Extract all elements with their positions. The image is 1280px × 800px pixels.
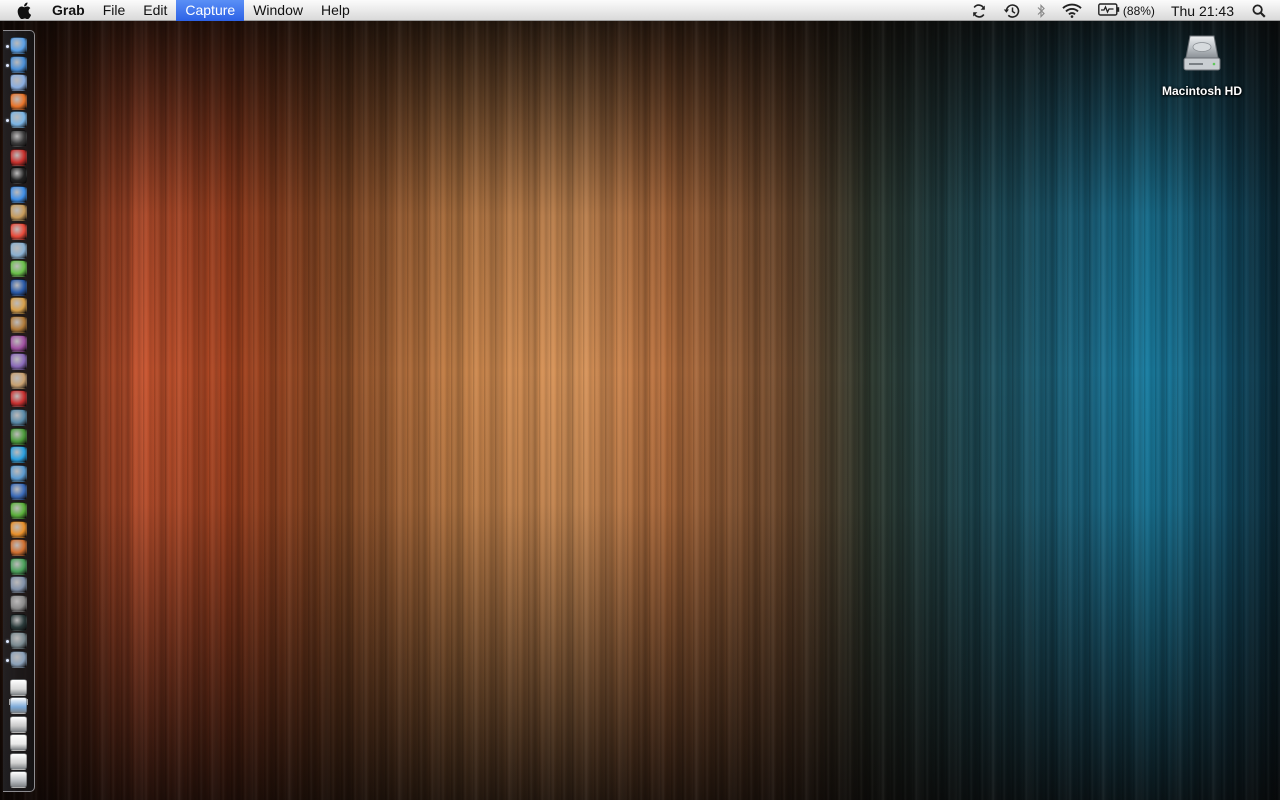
bamboo-icon[interactable] bbox=[10, 502, 27, 519]
battery-status[interactable]: (88%) bbox=[1090, 0, 1163, 21]
keynote-icon[interactable] bbox=[10, 539, 27, 557]
desktop-icon-macintosh-hd[interactable]: Macintosh HD bbox=[1150, 30, 1254, 98]
app-menu-grab[interactable]: Grab bbox=[43, 0, 94, 21]
mail-icon[interactable] bbox=[10, 74, 27, 92]
desktop-icon-label: Macintosh HD bbox=[1161, 84, 1242, 98]
safari-icon[interactable] bbox=[6, 55, 27, 73]
skype-icon[interactable] bbox=[10, 446, 27, 464]
bluetooth-icon[interactable] bbox=[1028, 0, 1054, 21]
system-preferences-icon[interactable] bbox=[10, 595, 27, 612]
menu-bar: Grab File Edit Capture Window Help (88%)… bbox=[0, 0, 1280, 21]
battery-icon bbox=[1098, 2, 1120, 19]
grab-icon[interactable] bbox=[6, 632, 27, 650]
screenshots-stack-icon[interactable] bbox=[10, 752, 27, 770]
battery-percentage: (88%) bbox=[1122, 3, 1155, 18]
running-indicator bbox=[6, 640, 9, 644]
garageband-icon[interactable] bbox=[10, 371, 27, 389]
spotlight-icon[interactable] bbox=[1242, 0, 1280, 21]
dvd-player-icon[interactable] bbox=[10, 409, 27, 426]
pixelmator-icon[interactable] bbox=[10, 316, 27, 333]
address-book-icon[interactable] bbox=[10, 204, 27, 222]
wifi-icon[interactable] bbox=[1054, 0, 1090, 21]
apple-icon[interactable] bbox=[13, 0, 35, 21]
running-indicator bbox=[6, 119, 9, 123]
word-icon[interactable] bbox=[10, 483, 27, 501]
trash-icon[interactable] bbox=[10, 771, 27, 788]
ichat-icon[interactable] bbox=[10, 185, 27, 203]
messenger-icon[interactable] bbox=[10, 464, 27, 482]
itunes-icon[interactable] bbox=[6, 111, 27, 129]
preview-icon[interactable] bbox=[10, 241, 27, 259]
picasa-icon[interactable] bbox=[10, 260, 27, 278]
google-earth-icon[interactable] bbox=[10, 278, 27, 296]
menu-extras: (88%) Thu 21:43 bbox=[963, 0, 1280, 21]
documents-folder-icon[interactable] bbox=[10, 697, 27, 715]
script-editor-icon[interactable] bbox=[10, 576, 27, 594]
menu-help[interactable]: Help bbox=[312, 0, 359, 21]
finder-icon[interactable] bbox=[6, 37, 27, 54]
menu-edit[interactable]: Edit bbox=[134, 0, 176, 21]
activity-monitor-icon[interactable] bbox=[10, 613, 27, 631]
youtube-icon[interactable] bbox=[10, 148, 27, 166]
wallpaper-texture bbox=[0, 21, 1280, 800]
menu-window[interactable]: Window bbox=[244, 0, 312, 21]
quill-icon[interactable] bbox=[10, 167, 27, 185]
ical-icon[interactable] bbox=[10, 223, 27, 240]
iphoto-icon[interactable] bbox=[10, 297, 27, 315]
running-indicator bbox=[6, 658, 9, 662]
imovie-icon[interactable] bbox=[10, 353, 27, 371]
mail-stack-icon[interactable] bbox=[10, 734, 27, 752]
pages-icon[interactable] bbox=[10, 520, 27, 538]
downloads-stack-icon[interactable] bbox=[10, 715, 27, 733]
hard-drive-icon bbox=[1180, 30, 1224, 74]
menu-clock[interactable]: Thu 21:43 bbox=[1163, 3, 1242, 19]
running-indicator bbox=[6, 45, 9, 48]
applications-stack-icon[interactable] bbox=[10, 679, 27, 696]
sync-icon[interactable] bbox=[963, 0, 995, 21]
menu-capture[interactable]: Capture bbox=[176, 0, 245, 21]
dashboard-icon[interactable] bbox=[10, 130, 27, 147]
numbers-icon[interactable] bbox=[10, 557, 27, 575]
flashcards-icon[interactable] bbox=[10, 390, 27, 408]
time-machine-icon[interactable] bbox=[995, 0, 1028, 21]
preview-document-icon[interactable] bbox=[6, 650, 27, 668]
dock bbox=[3, 30, 35, 792]
photo-booth-icon[interactable] bbox=[10, 334, 27, 352]
running-indicator bbox=[6, 63, 9, 67]
menu-file[interactable]: File bbox=[94, 0, 135, 21]
firefox-icon[interactable] bbox=[10, 92, 27, 110]
adium-icon[interactable] bbox=[10, 427, 27, 445]
